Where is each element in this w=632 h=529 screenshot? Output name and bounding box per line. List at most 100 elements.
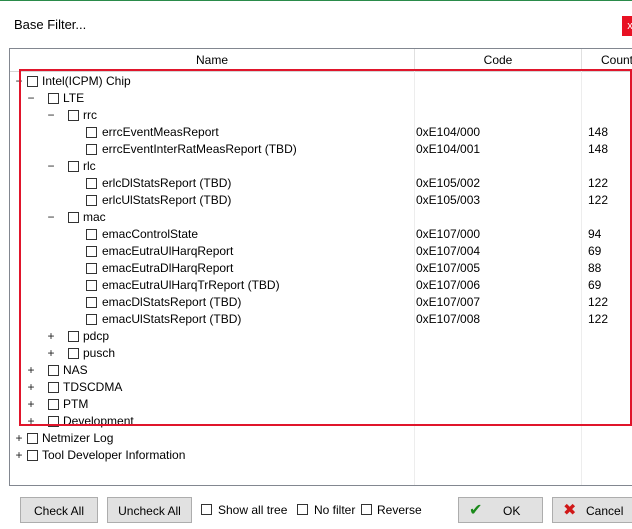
tree-row[interactable]: erlcUlStatsReport (TBD) 0xE105/003 122 <box>10 192 632 209</box>
reverse-checkbox[interactable] <box>361 504 372 515</box>
column-header-name[interactable]: Name <box>10 49 414 71</box>
row-count: 94 <box>588 227 602 241</box>
row-label: errcEventMeasReport <box>102 125 219 139</box>
row-code: 0xE104/001 <box>416 142 481 156</box>
row-count: 69 <box>588 278 602 292</box>
tree-row[interactable]: errcEventMeasReport 0xE104/000 148 <box>10 124 632 141</box>
row-label: erlcDlStatsReport (TBD) <box>102 176 232 190</box>
tree-row[interactable]: + pusch <box>10 345 632 362</box>
row-label: rlc <box>83 159 96 173</box>
row-checkbox[interactable] <box>68 110 79 121</box>
tree-row[interactable]: emacControlState 0xE107/000 94 <box>10 226 632 243</box>
row-label: PTM <box>63 397 89 411</box>
check-all-button[interactable]: Check All <box>20 497 98 523</box>
row-checkbox[interactable] <box>86 127 97 138</box>
collapse-icon[interactable]: − <box>46 158 56 175</box>
row-checkbox[interactable] <box>27 450 38 461</box>
column-header-count[interactable]: Count <box>582 49 632 71</box>
row-checkbox[interactable] <box>86 246 97 257</box>
row-label: NAS <box>63 363 88 377</box>
ok-button[interactable]: ✔ OK <box>458 497 543 523</box>
tree-row[interactable]: emacEutraUlHarqReport 0xE107/004 69 <box>10 243 632 260</box>
tree-row[interactable]: + pdcp <box>10 328 632 345</box>
row-checkbox[interactable] <box>68 212 79 223</box>
row-label: emacEutraDlHarqReport <box>102 261 234 275</box>
expand-icon[interactable]: + <box>26 413 36 430</box>
row-code: 0xE107/007 <box>416 295 481 309</box>
checkmark-icon: ✔ <box>469 502 483 519</box>
cancel-button[interactable]: ✖ Cancel <box>552 497 632 523</box>
tree-row[interactable]: + Netmizer Log <box>10 430 632 447</box>
tree-row[interactable]: emacUlStatsReport (TBD) 0xE107/008 122 <box>10 311 632 328</box>
row-count: 122 <box>588 312 609 326</box>
collapse-icon[interactable]: − <box>26 90 36 107</box>
row-checkbox[interactable] <box>86 314 97 325</box>
tree-row[interactable]: emacDlStatsReport (TBD) 0xE107/007 122 <box>10 294 632 311</box>
uncheck-all-button[interactable]: Uncheck All <box>107 497 192 523</box>
row-code: 0xE105/003 <box>416 193 481 207</box>
collapse-icon[interactable]: − <box>46 209 56 226</box>
row-count: 148 <box>588 125 609 139</box>
expand-icon[interactable]: + <box>26 362 36 379</box>
row-label: Tool Developer Information <box>42 448 186 462</box>
tree-row[interactable]: erlcDlStatsReport (TBD) 0xE105/002 122 <box>10 175 632 192</box>
cancel-x-icon: ✖ <box>563 502 577 519</box>
tree-row[interactable]: + TDSCDMA <box>10 379 632 396</box>
row-label: TDSCDMA <box>63 380 123 394</box>
row-checkbox[interactable] <box>68 348 79 359</box>
no-filter-checkbox[interactable] <box>297 504 308 515</box>
expand-icon[interactable]: + <box>46 328 56 345</box>
close-button[interactable]: x <box>622 16 632 36</box>
reverse-label[interactable]: Reverse <box>377 502 422 518</box>
tree-row[interactable]: − rlc <box>10 158 632 175</box>
row-label: Intel(ICPM) Chip <box>42 74 131 88</box>
tree-row[interactable]: emacEutraUlHarqTrReport (TBD) 0xE107/006 6… <box>10 277 632 294</box>
show-all-tree-checkbox[interactable] <box>201 504 212 515</box>
expand-icon[interactable]: + <box>14 447 24 464</box>
row-code: 0xE107/000 <box>416 227 481 241</box>
tree-row[interactable]: + Tool Developer Information <box>10 447 632 464</box>
tree-row[interactable]: emacEutraDlHarqReport 0xE107/005 88 <box>10 260 632 277</box>
no-filter-label[interactable]: No filter <box>314 502 355 518</box>
expand-icon[interactable]: + <box>26 379 36 396</box>
tree-row[interactable]: + PTM <box>10 396 632 413</box>
tree-row[interactable]: − LTE <box>10 90 632 107</box>
column-header-code[interactable]: Code <box>415 49 581 71</box>
expand-icon[interactable]: + <box>26 396 36 413</box>
row-checkbox[interactable] <box>86 178 97 189</box>
row-count: 122 <box>588 295 609 309</box>
row-checkbox[interactable] <box>48 399 59 410</box>
row-code: 0xE107/006 <box>416 278 481 292</box>
row-label: mac <box>83 210 106 224</box>
row-checkbox[interactable] <box>68 161 79 172</box>
row-checkbox[interactable] <box>68 331 79 342</box>
row-checkbox[interactable] <box>27 76 38 87</box>
row-checkbox[interactable] <box>86 195 97 206</box>
filter-tree[interactable]: Name Code Count − Intel(ICPM) Chip − LTE − rr… <box>9 48 632 486</box>
show-all-tree-label[interactable]: Show all tree <box>218 502 287 518</box>
tree-row[interactable]: errcEventInterRatMeasReport (TBD) 0xE104/… <box>10 141 632 158</box>
row-checkbox[interactable] <box>27 433 38 444</box>
row-checkbox[interactable] <box>48 382 59 393</box>
row-label: emacUlStatsReport (TBD) <box>102 312 242 326</box>
row-checkbox[interactable] <box>48 93 59 104</box>
tree-row[interactable]: + Development <box>10 413 632 430</box>
row-checkbox[interactable] <box>86 297 97 308</box>
tree-row[interactable]: − Intel(ICPM) Chip <box>10 73 632 90</box>
expand-icon[interactable]: + <box>46 345 56 362</box>
row-checkbox[interactable] <box>48 365 59 376</box>
close-icon: x <box>627 20 632 32</box>
row-checkbox[interactable] <box>48 416 59 427</box>
tree-row[interactable]: + NAS <box>10 362 632 379</box>
column-header: Name Code Count <box>10 49 632 72</box>
collapse-icon[interactable]: − <box>46 107 56 124</box>
row-checkbox[interactable] <box>86 263 97 274</box>
row-checkbox[interactable] <box>86 280 97 291</box>
tree-row[interactable]: − mac <box>10 209 632 226</box>
expand-icon[interactable]: + <box>14 430 24 447</box>
collapse-icon[interactable]: − <box>14 73 24 90</box>
tree-row[interactable]: − rrc <box>10 107 632 124</box>
row-checkbox[interactable] <box>86 144 97 155</box>
row-label: rrc <box>83 108 97 122</box>
row-checkbox[interactable] <box>86 229 97 240</box>
